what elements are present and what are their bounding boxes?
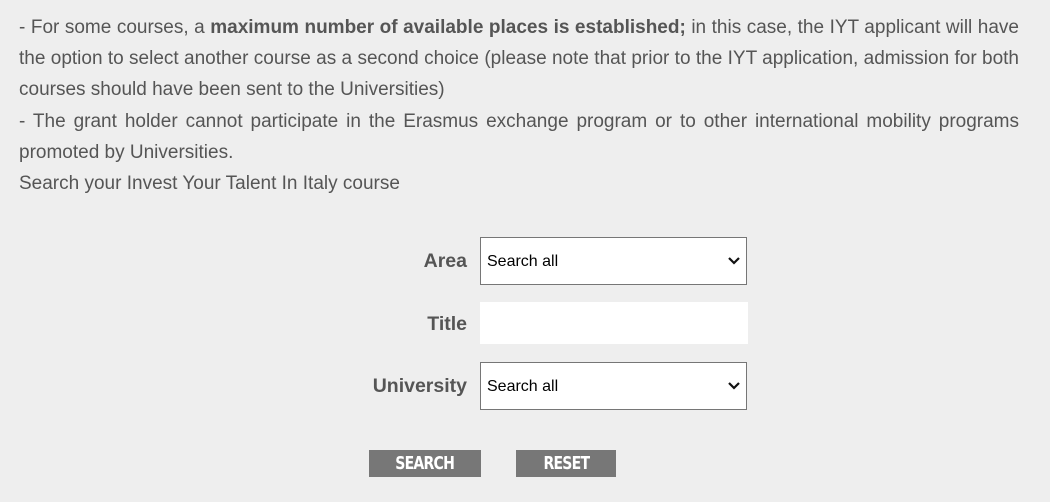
title-label: Title — [427, 313, 467, 335]
university-select-value: Search all — [487, 378, 559, 395]
university-label: University — [372, 375, 467, 397]
area-select[interactable]: Search all — [480, 237, 747, 285]
area-label: Area — [423, 250, 467, 272]
erasmus-notice: - The grant holder cannot participate in… — [19, 110, 1019, 163]
reset-button-label: RESET — [543, 453, 590, 474]
places-notice-prefix: - For some courses, a — [19, 17, 211, 38]
places-notice-bold: maximum number of available places is es… — [210, 17, 686, 38]
search-button-label: SEARCH — [395, 453, 456, 474]
search-button[interactable]: SEARCH — [369, 450, 481, 477]
reset-button[interactable]: RESET — [516, 450, 616, 477]
area-select-value: Search all — [487, 253, 559, 270]
chevron-down-icon — [728, 257, 740, 265]
chevron-down-icon — [728, 382, 740, 390]
university-select[interactable]: Search all — [480, 362, 747, 410]
title-input[interactable] — [480, 302, 748, 344]
intro-text: - For some courses, a maximum number of … — [19, 12, 1019, 199]
search-heading: Search your Invest Your Talent In Italy … — [19, 173, 400, 195]
places-notice: - For some courses, a maximum number of … — [19, 12, 1019, 106]
